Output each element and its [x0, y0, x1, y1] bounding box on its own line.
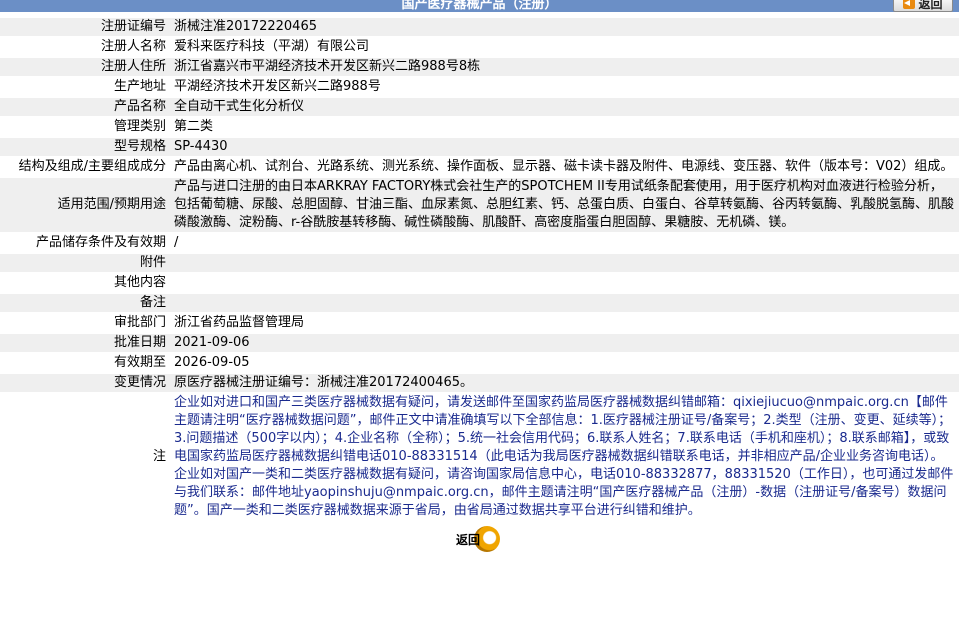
row-label: 其他内容 [0, 274, 170, 292]
table-row: 生产地址 平湖经济技术开发区新兴二路988号 [0, 78, 959, 96]
table-row: 注册人住所 浙江省嘉兴市平湖经济技术开发区新兴二路988号8栋 [0, 58, 959, 76]
row-label: 适用范围/预期用途 [0, 178, 170, 232]
row-label: 结构及组成/主要组成成分 [0, 158, 170, 176]
row-value: 产品与进口注册的由日本ARKRAY FACTORY株式会社生产的SPOTCHEM… [170, 178, 959, 232]
row-value: 第二类 [170, 118, 959, 136]
row-value: SP-4430 [170, 138, 959, 156]
row-label: 生产地址 [0, 78, 170, 96]
note-text: 企业如对进口和国产三类医疗器械数据有疑问，请发送邮件至国家药监局医疗器械数据纠错… [170, 394, 959, 520]
table-row: 附件 [0, 254, 959, 272]
row-value: 平湖经济技术开发区新兴二路988号 [170, 78, 959, 96]
row-value [170, 254, 959, 272]
detail-table: 注册证编号 浙械注准20172220465 注册人名称 爱科来医疗科技（平湖）有限公司… [0, 16, 959, 522]
row-value: 2021-09-06 [170, 334, 959, 352]
table-row: 适用范围/预期用途 产品与进口注册的由日本ARKRAY FACTORY株式会社生产… [0, 178, 959, 232]
row-value: 2026-09-05 [170, 354, 959, 372]
row-value [170, 274, 959, 292]
bottom-bar: 返回 [0, 522, 959, 562]
row-label: 产品名称 [0, 98, 170, 116]
row-label: 注册人住所 [0, 58, 170, 76]
table-row: 备注 [0, 294, 959, 312]
table-row: 注册人名称 爱科来医疗科技（平湖）有限公司 [0, 38, 959, 56]
row-label: 变更情况 [0, 374, 170, 392]
row-label: 型号规格 [0, 138, 170, 156]
row-label: 注册证编号 [0, 18, 170, 36]
back-button-top[interactable]: 返回 [893, 0, 953, 12]
note-label: 注 [0, 394, 170, 520]
row-label: 产品储存条件及有效期 [0, 234, 170, 252]
row-value: 原医疗器械注册证编号：浙械注准20172400465。 [170, 374, 959, 392]
table-row: 其他内容 [0, 274, 959, 292]
table-row: 结构及组成/主要组成成分 产品由离心机、试剂台、光路系统、测光系统、操作面板、显示… [0, 158, 959, 176]
row-label: 备注 [0, 294, 170, 312]
back-button-label: 返回 [918, 0, 943, 11]
row-value: 爱科来医疗科技（平湖）有限公司 [170, 38, 959, 56]
row-value: 产品由离心机、试剂台、光路系统、测光系统、操作面板、显示器、磁卡读卡器及附件、电… [170, 158, 959, 176]
row-label: 有效期至 [0, 354, 170, 372]
row-label: 管理类别 [0, 118, 170, 136]
table-row: 注册证编号 浙械注准20172220465 [0, 18, 959, 36]
row-value: 浙江省药品监督管理局 [170, 314, 959, 332]
row-value: / [170, 234, 959, 252]
table-row: 型号规格 SP-4430 [0, 138, 959, 156]
table-row: 批准日期 2021-09-06 [0, 334, 959, 352]
note-row: 注企业如对进口和国产三类医疗器械数据有疑问，请发送邮件至国家药监局医疗器械数据纠… [0, 394, 959, 520]
page-header: 国产医疗器械产品（注册） 返回 [0, 0, 959, 12]
row-value: 浙械注准20172220465 [170, 18, 959, 36]
row-label: 注册人名称 [0, 38, 170, 56]
back-button-bottom[interactable]: 返回 [452, 526, 500, 552]
table-row: 审批部门 浙江省药品监督管理局 [0, 314, 959, 332]
row-label: 附件 [0, 254, 170, 272]
table-row: 变更情况 原医疗器械注册证编号：浙械注准20172400465。 [0, 374, 959, 392]
back-arrow-icon [903, 0, 916, 9]
back-button-bottom-label: 返回 [456, 533, 481, 547]
row-label: 审批部门 [0, 314, 170, 332]
row-value [170, 294, 959, 312]
page-title: 国产医疗器械产品（注册） [401, 0, 558, 12]
table-row: 产品名称 全自动干式生化分析仪 [0, 98, 959, 116]
table-row: 有效期至 2026-09-05 [0, 354, 959, 372]
table-row: 产品储存条件及有效期 / [0, 234, 959, 252]
table-row: 管理类别 第二类 [0, 118, 959, 136]
row-value: 浙江省嘉兴市平湖经济技术开发区新兴二路988号8栋 [170, 58, 959, 76]
row-value: 全自动干式生化分析仪 [170, 98, 959, 116]
row-label: 批准日期 [0, 334, 170, 352]
